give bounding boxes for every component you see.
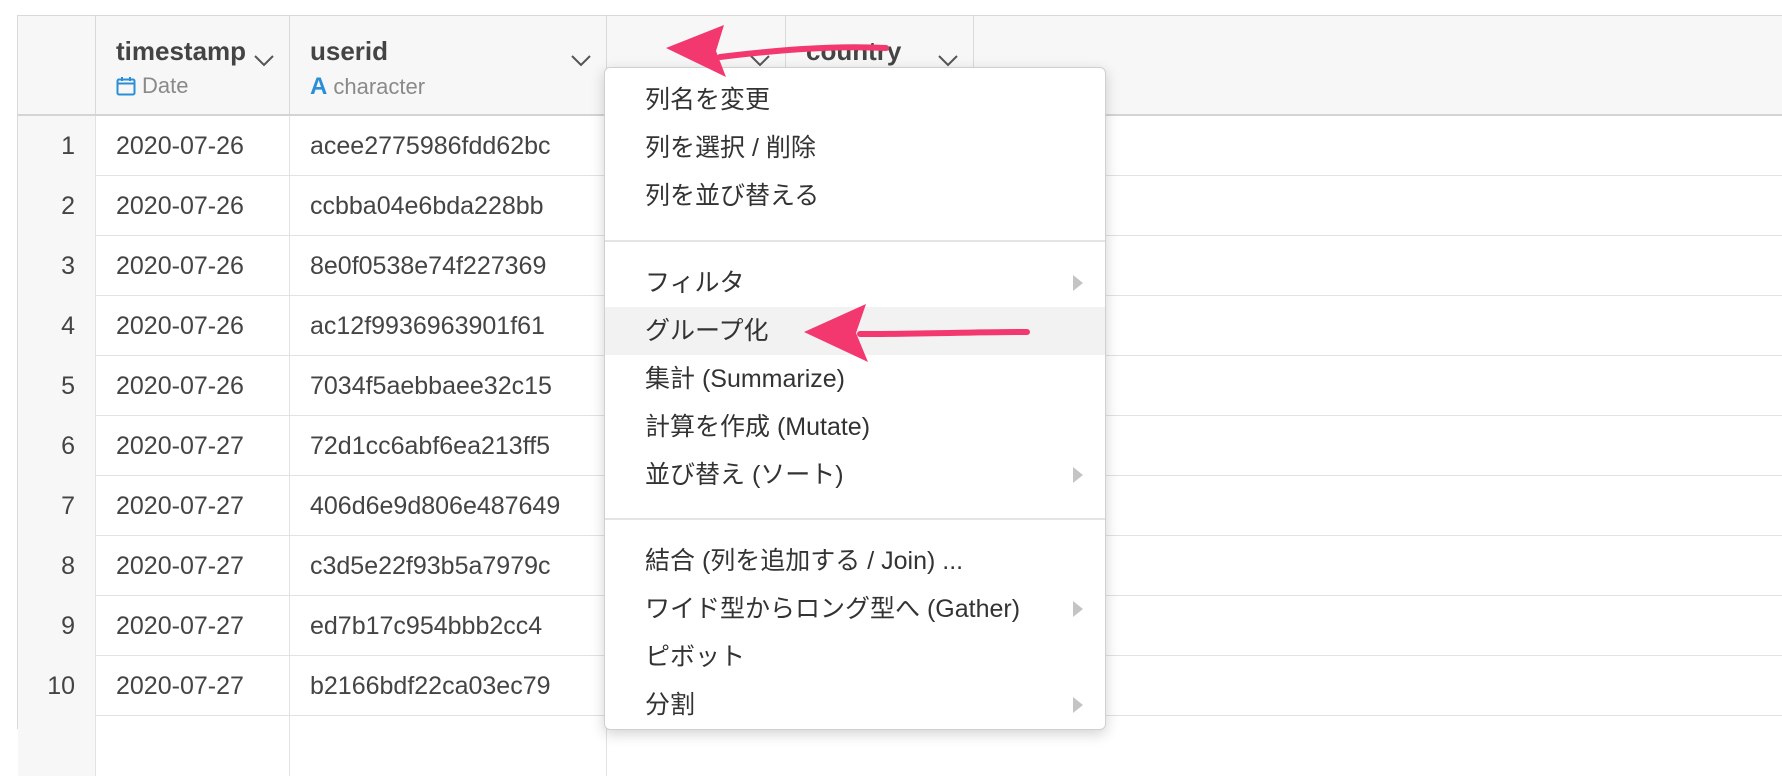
- cell-timestamp[interactable]: 2020-07-27: [96, 536, 290, 596]
- menu-item-label: フィルタ: [645, 269, 745, 297]
- cell-timestamp: [96, 716, 290, 776]
- rownum-header: [18, 16, 96, 114]
- cell-userid[interactable]: ac12f9936963901f61: [290, 296, 607, 356]
- cell-userid[interactable]: ccbba04e6bda228bb: [290, 176, 607, 236]
- cell-userid[interactable]: 72d1cc6abf6ea213ff5: [290, 416, 607, 476]
- cell-userid[interactable]: acee2775986fdd62bc: [290, 116, 607, 176]
- column-name-timestamp: timestamp: [116, 36, 247, 66]
- cell-userid[interactable]: 406d6e9d806e487649: [290, 476, 607, 536]
- cell-timestamp[interactable]: 2020-07-27: [96, 596, 290, 656]
- submenu-arrow-icon: [1073, 601, 1083, 617]
- column-type-label: character: [333, 74, 426, 99]
- row-number: 2: [18, 176, 96, 236]
- column-type-userid: A character: [310, 73, 425, 101]
- menu-separator: [605, 240, 1105, 242]
- chevron-down-icon[interactable]: [570, 54, 592, 68]
- cell-timestamp[interactable]: 2020-07-27: [96, 416, 290, 476]
- chevron-down-icon[interactable]: [749, 54, 771, 68]
- column-header-userid[interactable]: userid A character: [290, 16, 607, 114]
- column-type-timestamp: Date: [116, 73, 188, 99]
- row-number: 6: [18, 416, 96, 476]
- calendar-icon: [116, 77, 136, 96]
- menu-item-summarize[interactable]: 集計 (Summarize): [605, 355, 1105, 403]
- column-name-userid: userid: [310, 36, 389, 66]
- menu-item-split[interactable]: 分割: [605, 681, 1105, 729]
- row-number: 1: [18, 116, 96, 176]
- row-number: 8: [18, 536, 96, 596]
- cell-timestamp[interactable]: 2020-07-26: [96, 356, 290, 416]
- menu-separator: [605, 518, 1105, 520]
- cell-userid[interactable]: 7034f5aebbaee32c15: [290, 356, 607, 416]
- menu-item-label: 分割: [645, 691, 696, 719]
- cell-timestamp[interactable]: 2020-07-27: [96, 476, 290, 536]
- row-number: 5: [18, 356, 96, 416]
- cell-userid[interactable]: b2166bdf22ca03ec79: [290, 656, 607, 716]
- row-number: 4: [18, 296, 96, 356]
- submenu-arrow-icon: [1073, 697, 1083, 713]
- row-number: 10: [18, 656, 96, 716]
- cell-timestamp[interactable]: 2020-07-26: [96, 236, 290, 296]
- menu-item-group-by[interactable]: グループ化: [605, 307, 1105, 355]
- menu-item-label: ワイド型からロング型へ (Gather): [645, 595, 1021, 623]
- menu-item-mutate[interactable]: 計算を作成 (Mutate): [605, 403, 1105, 451]
- menu-item-reorder[interactable]: 列を並び替える: [605, 172, 1105, 220]
- chevron-down-icon[interactable]: [937, 54, 959, 68]
- column-header-timestamp[interactable]: timestamp Date: [96, 16, 290, 114]
- menu-item-pivot[interactable]: ピボット: [605, 633, 1105, 681]
- column-name-country: country: [806, 36, 902, 66]
- cell-timestamp[interactable]: 2020-07-26: [96, 176, 290, 236]
- row-number: [18, 716, 96, 776]
- menu-item-filter[interactable]: フィルタ: [605, 259, 1105, 307]
- cell-userid[interactable]: ed7b17c954bbb2cc4: [290, 596, 607, 656]
- cell-timestamp[interactable]: 2020-07-26: [96, 116, 290, 176]
- column-type-label: Date: [142, 73, 189, 98]
- chevron-down-icon[interactable]: [253, 54, 275, 68]
- cell-userid[interactable]: c3d5e22f93b5a7979c: [290, 536, 607, 596]
- cell-userid: [290, 716, 607, 776]
- cell-userid[interactable]: 8e0f0538e74f227369: [290, 236, 607, 296]
- menu-item-gather[interactable]: ワイド型からロング型へ (Gather): [605, 585, 1105, 633]
- menu-item-sort[interactable]: 並び替え (ソート): [605, 451, 1105, 499]
- row-number: 3: [18, 236, 96, 296]
- menu-item-join[interactable]: 結合 (列を追加する / Join) ...: [605, 537, 1105, 585]
- column-context-menu: 列名を変更 列を選択 / 削除 列を並び替える フィルタ グループ化 集計 (S…: [604, 67, 1106, 730]
- cell-timestamp[interactable]: 2020-07-27: [96, 656, 290, 716]
- menu-item-select-delete[interactable]: 列を選択 / 削除: [605, 124, 1105, 172]
- menu-item-rename[interactable]: 列名を変更: [605, 76, 1105, 124]
- submenu-arrow-icon: [1073, 467, 1083, 483]
- submenu-arrow-icon: [1073, 275, 1083, 291]
- character-type-icon: A: [310, 73, 328, 100]
- row-number: 7: [18, 476, 96, 536]
- row-number: 9: [18, 596, 96, 656]
- menu-item-label: 並び替え (ソート): [645, 461, 844, 489]
- cell-timestamp[interactable]: 2020-07-26: [96, 296, 290, 356]
